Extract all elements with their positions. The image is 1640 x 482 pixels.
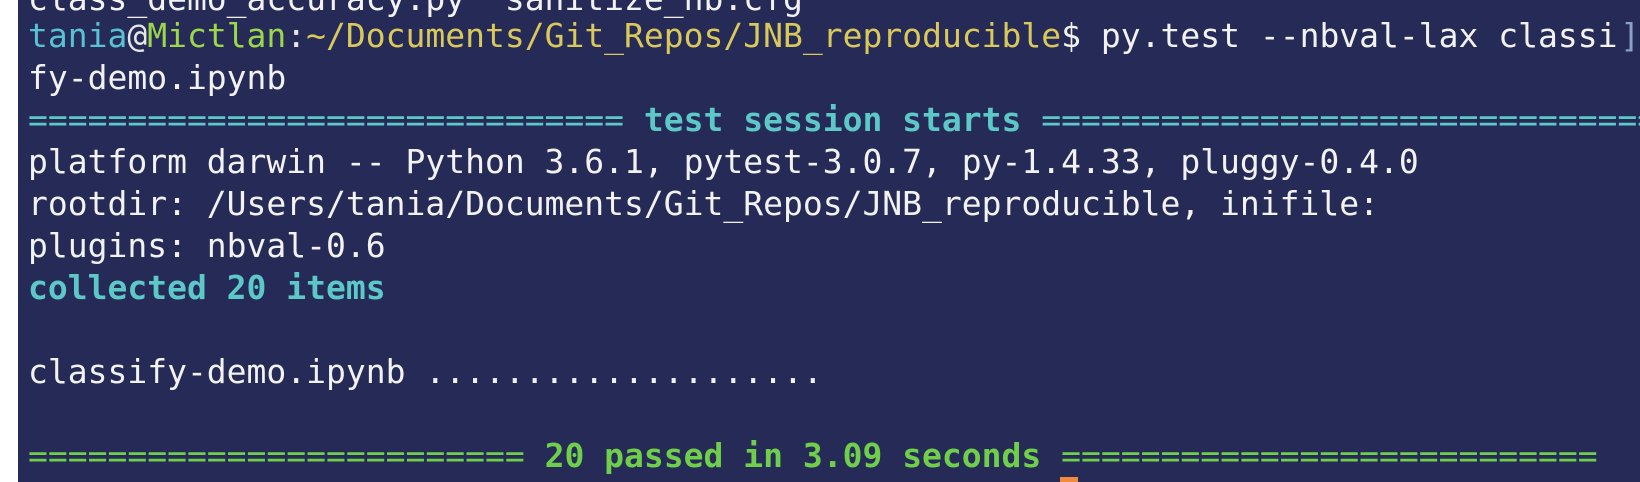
- terminal-cursor: [1060, 477, 1078, 482]
- summary-line: ========================= 20 passed in 3…: [28, 435, 1598, 477]
- prompt-dollar: $: [1061, 16, 1082, 55]
- prompt-host: Mictlan: [147, 16, 287, 55]
- line-bracket-left: [: [18, 15, 22, 57]
- prompt-at: @: [127, 16, 148, 55]
- command-wrap-line: fy-demo.ipynb: [28, 58, 287, 97]
- command-text: py.test --nbval-lax classi: [1081, 16, 1618, 55]
- session-header-right-rule: ===============================: [1041, 100, 1640, 139]
- platform-line: platform darwin -- Python 3.6.1, pytest-…: [28, 142, 1419, 181]
- prompt-path: ~/Documents/Git_Repos/JNB_reproducible: [306, 16, 1062, 55]
- session-header-line: ============================== test sess…: [28, 99, 1640, 141]
- shell-prompt-line: tania@Mictlan:~/Documents/Git_Repos/JNB_…: [28, 15, 1617, 57]
- summary-left-rule: =========================: [28, 436, 525, 475]
- session-header-title: test session starts: [624, 100, 1042, 139]
- test-result-line: classify-demo.ipynb ....................: [28, 352, 823, 391]
- prompt-colon: :: [286, 16, 307, 55]
- rootdir-line: rootdir: /Users/tania/Documents/Git_Repo…: [28, 184, 1380, 223]
- summary-title: 20 passed in 3.09 seconds: [524, 436, 1062, 475]
- collected-line: collected 20 items: [28, 268, 386, 307]
- prompt-user: tania: [28, 16, 128, 55]
- summary-right-rule: ===========================: [1061, 436, 1598, 475]
- terminal-window[interactable]: class_demo_accuracy.py sanitize_nb.cfg […: [18, 0, 1640, 482]
- line-bracket-right: ]: [1620, 16, 1640, 55]
- plugins-line: plugins: nbval-0.6: [28, 226, 386, 265]
- session-header-left-rule: ==============================: [28, 100, 625, 139]
